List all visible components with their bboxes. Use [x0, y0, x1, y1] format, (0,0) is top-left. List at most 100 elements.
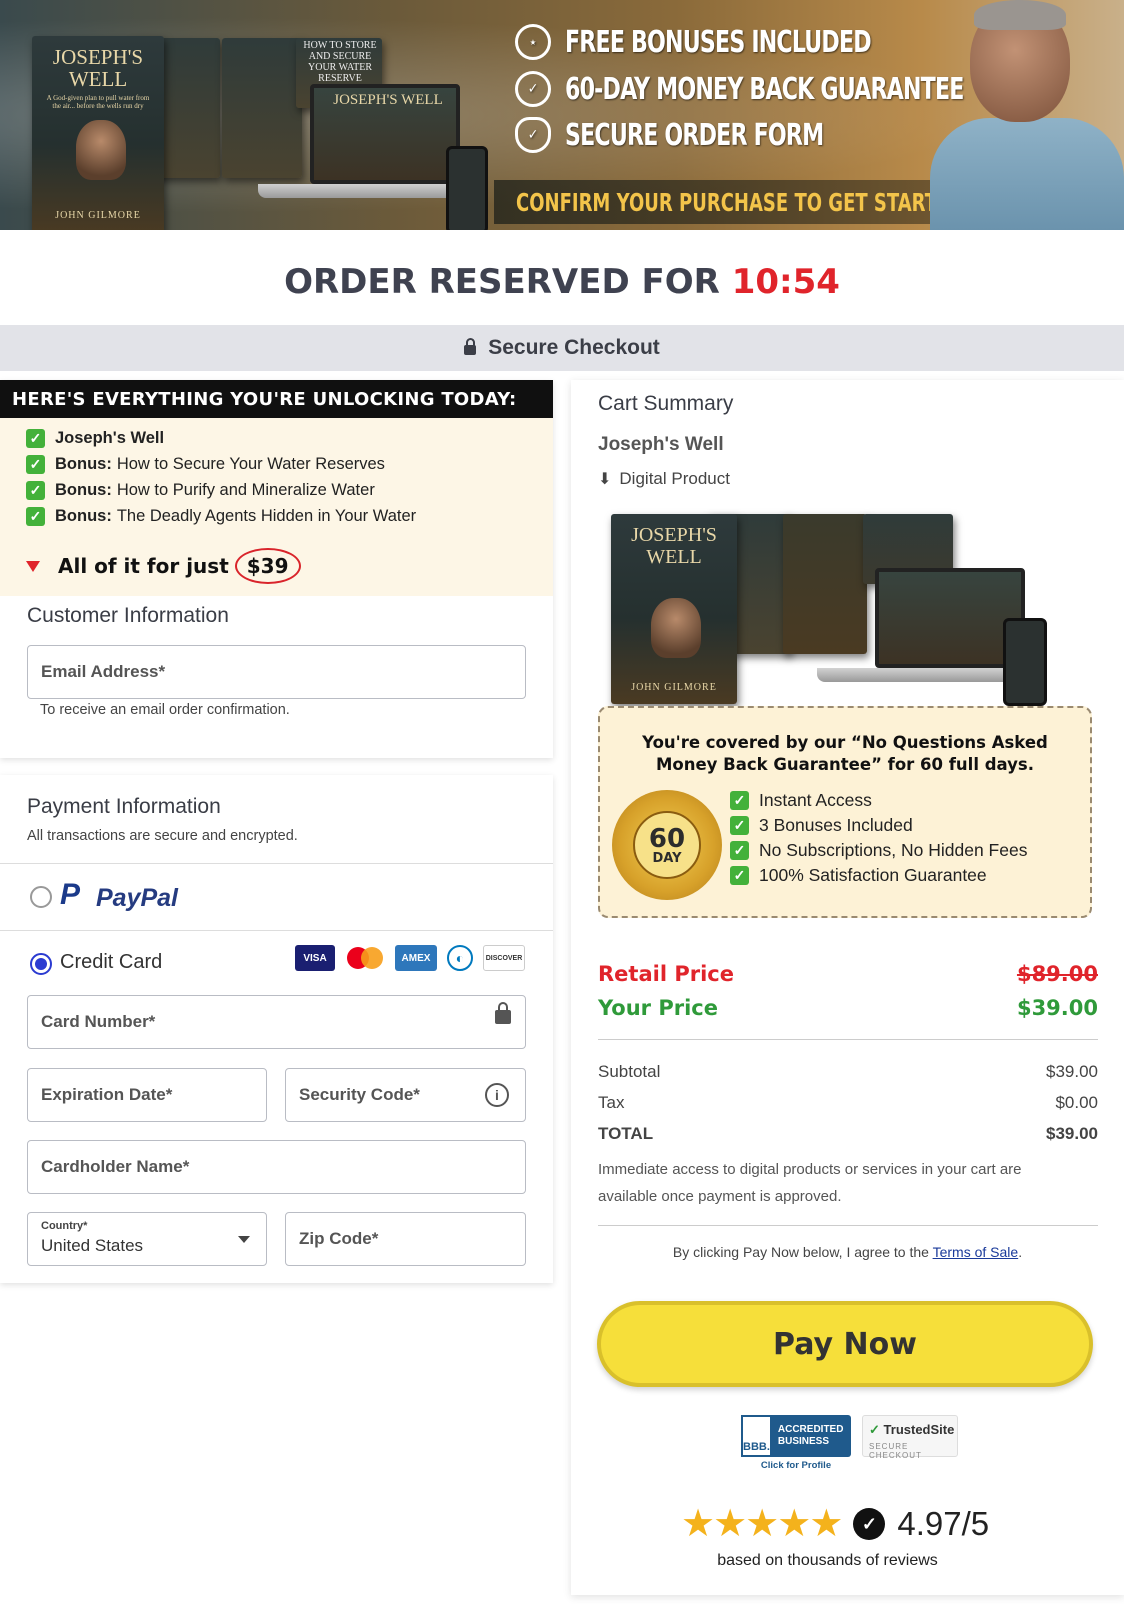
- credit-card-option[interactable]: Credit Card VISA AMEX ◐ DISCOVER: [0, 931, 553, 991]
- retail-price-row: Retail Price $89.00: [598, 962, 1098, 986]
- credit-card-radio[interactable]: [30, 953, 52, 975]
- main-book-author: JOHN GILMORE: [631, 682, 717, 693]
- card-number-field[interactable]: Card Number*: [27, 995, 526, 1049]
- country-value: United States: [41, 1236, 144, 1255]
- country-label: Country*: [41, 1220, 88, 1232]
- verified-check-icon: ✓: [853, 1508, 886, 1540]
- money-back-guarantee-box: You're covered by our “No Questions Aske…: [598, 706, 1092, 918]
- tax-label: Tax: [598, 1093, 625, 1112]
- subtotal-row: Subtotal $39.00: [598, 1062, 1098, 1082]
- country-select[interactable]: Country* United States: [27, 1212, 267, 1266]
- product-bundle-image: JOSEPH'S WELL JOHN GILMORE: [611, 510, 1071, 710]
- card-number-placeholder: Card Number*: [41, 1012, 156, 1031]
- security-code-field[interactable]: Security Code* i: [285, 1068, 526, 1122]
- guarantee-item: ✓ No Subscriptions, No Hidden Fees: [730, 840, 1027, 861]
- tax-value: $0.00: [1055, 1093, 1098, 1112]
- unlock-item: ✓ Bonus: How to Purify and Mineralize Wate…: [26, 481, 375, 500]
- agree-prefix: By clicking Pay Now below, I agree to th…: [672, 1244, 929, 1260]
- terms-of-sale-link[interactable]: Terms of Sale: [933, 1244, 1019, 1260]
- unlock-item-text: How to Secure Your Water Reserves: [116, 455, 385, 473]
- banner-line-secure: ✓ SECURE ORDER FORM: [515, 117, 880, 153]
- security-code-placeholder: Security Code*: [299, 1085, 420, 1104]
- laptop-title: JOSEPH'S WELL: [333, 92, 443, 108]
- bbb-profile-link[interactable]: Click for Profile: [741, 1460, 851, 1471]
- subtotal-label: Subtotal: [598, 1062, 661, 1081]
- presenter-hair: [974, 0, 1066, 30]
- trustedsite-name: TrustedSite: [883, 1422, 955, 1437]
- paypal-option[interactable]: P PayPal: [0, 864, 553, 930]
- main-book-cover: JOSEPH'S WELL JOHN GILMORE: [611, 514, 737, 704]
- payment-secure-note: All transactions are secure and encrypte…: [27, 828, 298, 844]
- guarantee-item-text: Instant Access: [759, 790, 872, 810]
- ribbon-check-icon: ✓: [515, 71, 551, 107]
- trustedsite-badge[interactable]: ✓ TrustedSite SECURE CHECKOUT: [862, 1415, 958, 1460]
- paypal-radio[interactable]: [30, 886, 52, 908]
- unlock-item: ✓ Joseph's Well: [26, 429, 169, 448]
- email-hint: To receive an email order confirmation.: [40, 702, 290, 718]
- amex-icon: AMEX: [395, 945, 437, 971]
- main-book-author: JOHN GILMORE: [55, 210, 141, 221]
- checkbox-icon: ✓: [26, 507, 45, 526]
- checkbox-icon: ✓: [26, 455, 45, 474]
- seal-center: 60 DAY: [633, 811, 701, 879]
- checkbox-icon: ✓: [730, 816, 749, 835]
- timer-label: ORDER RESERVED FOR: [284, 262, 720, 302]
- bbb-accredited-badge[interactable]: BBB. ACCREDITED BUSINESS: [741, 1415, 851, 1457]
- visa-icon: VISA: [295, 945, 335, 971]
- guarantee-item: ✓ Instant Access: [730, 790, 872, 811]
- secure-checkout-bar: Secure Checkout: [0, 325, 1124, 371]
- rating-subtext: based on thousands of reviews: [717, 1552, 938, 1569]
- hero-banner: HOW TO STORE AND SECURE YOUR WATER RESER…: [0, 0, 1124, 230]
- bonus-book-store-title: HOW TO STORE AND SECURE YOUR WATER RESER…: [303, 40, 377, 84]
- bonus-book-agents: [783, 514, 867, 654]
- unlock-item-bold: Bonus:: [55, 481, 112, 499]
- star-icon: ★: [777, 1503, 812, 1545]
- subtotal-value: $39.00: [1046, 1062, 1098, 1081]
- checkbox-icon: ✓: [730, 791, 749, 810]
- banner-line-bonuses: ★ FREE BONUSES INCLUDED: [515, 24, 938, 60]
- card-brand-icons: VISA AMEX ◐ DISCOVER: [295, 945, 525, 971]
- mastercard-icon: [345, 945, 385, 971]
- diners-icon: ◐: [447, 945, 473, 971]
- rating-row: ★ ★ ★ ★ ★ ✓ 4.97/5: [681, 1505, 989, 1543]
- payment-info-title: Payment Information: [27, 795, 221, 818]
- divider: [598, 1039, 1098, 1040]
- zip-code-field[interactable]: Zip Code*: [285, 1212, 526, 1266]
- main-book-cover: JOSEPH'S WELL A God-given plan to pull w…: [32, 36, 164, 230]
- expiration-date-field[interactable]: Expiration Date*: [27, 1068, 267, 1122]
- guarantee-item-text: 100% Satisfaction Guarantee: [759, 865, 987, 885]
- checkbox-icon: ✓: [730, 841, 749, 860]
- banner-line-text: 60-DAY MONEY BACK GUARANTEE: [565, 71, 964, 107]
- star-icon: ★: [713, 1503, 748, 1545]
- trustedsite-label: ✓ TrustedSite: [869, 1422, 954, 1438]
- presenter-shirt: [930, 118, 1124, 230]
- phone-image: [1003, 618, 1047, 706]
- tax-row: Tax $0.00: [598, 1093, 1098, 1113]
- guarantee-item: ✓ 100% Satisfaction Guarantee: [730, 865, 987, 886]
- bonus-badge-icon: ★: [515, 24, 551, 60]
- main-book-subtitle: A God-given plan to pull water from the …: [46, 94, 150, 110]
- 60-day-guarantee-seal-icon: 60 DAY: [612, 790, 722, 900]
- info-icon[interactable]: i: [485, 1083, 509, 1107]
- guarantee-item-text: 3 Bonuses Included: [759, 815, 913, 835]
- email-field[interactable]: Email Address*: [27, 645, 526, 699]
- cart-summary-panel: Cart Summary Joseph's Well ⬇ Digital Pro…: [571, 380, 1124, 1595]
- payment-card: Payment Information All transactions are…: [0, 775, 553, 1283]
- checkbox-icon: ✓: [730, 866, 749, 885]
- boy-figure: [651, 598, 701, 658]
- pay-now-button[interactable]: Pay Now: [597, 1301, 1093, 1387]
- cardholder-name-field[interactable]: Cardholder Name*: [27, 1140, 526, 1194]
- total-label: TOTAL: [598, 1124, 654, 1143]
- circled-price: $39: [234, 548, 301, 584]
- triangle-down-icon: [26, 560, 40, 572]
- seal-day: DAY: [652, 850, 682, 866]
- secure-checkout-label: Secure Checkout: [488, 336, 660, 359]
- rating-value: 4.97/5: [897, 1505, 990, 1542]
- timer-countdown: 10:54: [731, 262, 840, 302]
- product-type-text: Digital Product: [619, 469, 730, 488]
- checkbox-icon: ✓: [26, 481, 45, 500]
- digital-product-label: ⬇ Digital Product: [598, 469, 730, 489]
- all-for-label: All of it for just: [58, 554, 229, 578]
- unlock-item-bold: Bonus:: [55, 507, 112, 525]
- unlock-item-text: The Deadly Agents Hidden in Your Water: [116, 507, 417, 525]
